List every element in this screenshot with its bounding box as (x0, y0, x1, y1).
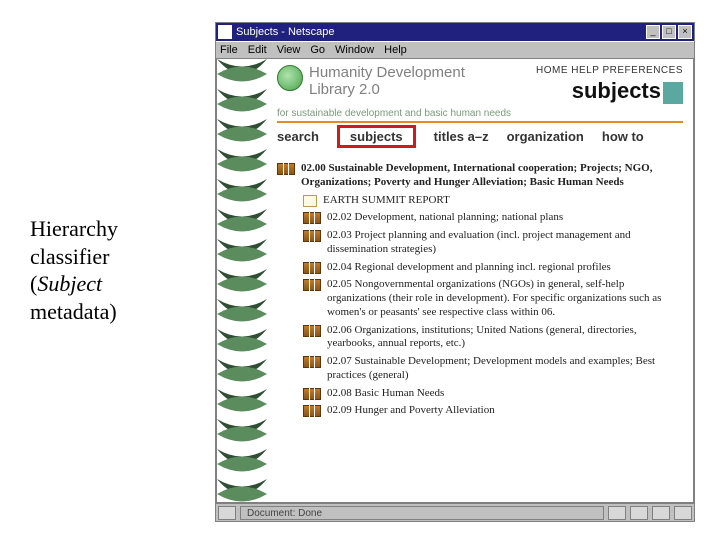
caption-italic: Subject (37, 271, 102, 296)
bookshelf-icon (303, 388, 321, 400)
title-bar: Subjects - Netscape _ □ × (216, 23, 694, 41)
child-text: 02.03 Project planning and evaluation (i… (327, 229, 683, 257)
page-heading-text: subjects (572, 78, 661, 103)
tab-titles[interactable]: titles a–z (434, 129, 489, 148)
bookshelf-icon (277, 163, 295, 175)
tab-subjects[interactable]: subjects (337, 125, 416, 148)
document-icon (303, 195, 317, 207)
tree-child-item[interactable]: 02.06 Organizations, institutions; Unite… (303, 324, 683, 352)
library-title-1: Humanity Development (309, 64, 465, 81)
status-icon (652, 506, 670, 520)
browser-window: Subjects - Netscape _ □ × File Edit View… (215, 22, 695, 522)
status-icon (608, 506, 626, 520)
menu-edit[interactable]: Edit (248, 44, 267, 56)
menu-file[interactable]: File (220, 44, 238, 56)
tab-search[interactable]: search (277, 129, 319, 148)
menu-view[interactable]: View (277, 44, 301, 56)
status-text: Document: Done (240, 506, 604, 520)
maximize-button[interactable]: □ (662, 25, 676, 39)
bookshelf-icon (303, 405, 321, 417)
nav-tabs: search subjects titles a–z organization … (277, 129, 683, 154)
child-text: 02.08 Basic Human Needs (327, 387, 683, 401)
tree-child-item[interactable]: EARTH SUMMIT REPORT (303, 194, 683, 208)
status-icon (674, 506, 692, 520)
child-text: 02.09 Hunger and Poverty Alleviation (327, 404, 683, 418)
slide-caption: Hierarchy classifier (Subject metadata) (30, 215, 200, 325)
app-icon (218, 25, 232, 39)
caption-line: classifier (30, 244, 109, 269)
root-text: Sustainable Development, International c… (301, 162, 652, 188)
bookshelf-icon (303, 356, 321, 368)
close-button[interactable]: × (678, 25, 692, 39)
menu-window[interactable]: Window (335, 44, 374, 56)
status-bar: Document: Done (216, 503, 694, 521)
tree-child-item[interactable]: 02.03 Project planning and evaluation (i… (303, 229, 683, 257)
child-text: 02.07 Sustainable Development; Developme… (327, 355, 683, 383)
tree-root-item[interactable]: 02.00 Sustainable Development, Internati… (277, 162, 683, 190)
top-links[interactable]: HOME HELP PREFERENCES (536, 65, 683, 76)
tree-child-item[interactable]: 02.05 Nongovernmental organizations (NGO… (303, 278, 683, 319)
library-logo: Humanity Development Library 2.0 (277, 65, 465, 98)
child-text: 02.02 Development, national planning; na… (327, 211, 683, 225)
minimize-button[interactable]: _ (646, 25, 660, 39)
globe-icon (277, 65, 303, 91)
menu-bar: File Edit View Go Window Help (216, 41, 694, 59)
menu-go[interactable]: Go (310, 44, 325, 56)
bookshelf-icon (303, 325, 321, 337)
child-text: 02.06 Organizations, institutions; Unite… (327, 324, 683, 352)
page-heading: subjects (536, 78, 683, 104)
sidebar-pattern (217, 59, 267, 502)
bookshelf-icon (303, 212, 321, 224)
window-title: Subjects - Netscape (236, 26, 646, 38)
library-title-2: Library 2.0 (309, 81, 380, 98)
tree-child-item[interactable]: 02.07 Sustainable Development; Developme… (303, 355, 683, 383)
tree-child-item[interactable]: 02.08 Basic Human Needs (303, 387, 683, 401)
child-text: 02.04 Regional development and planning … (327, 261, 683, 275)
child-text: 02.05 Nongovernmental organizations (NGO… (327, 278, 683, 319)
caption-line: Hierarchy (30, 216, 118, 241)
divider (277, 121, 683, 123)
caption-line: metadata) (30, 299, 117, 324)
tab-howto[interactable]: how to (602, 129, 644, 148)
status-icon (630, 506, 648, 520)
tree-child-item[interactable]: 02.09 Hunger and Poverty Alleviation (303, 404, 683, 418)
tree-child-item[interactable]: 02.04 Regional development and planning … (303, 261, 683, 275)
root-code: 02.00 (301, 162, 326, 174)
tagline: for sustainable development and basic hu… (277, 108, 683, 119)
tree-child-item[interactable]: 02.02 Development, national planning; na… (303, 211, 683, 225)
subject-tree: 02.00 Sustainable Development, Internati… (277, 162, 683, 418)
child-text: EARTH SUMMIT REPORT (323, 194, 683, 208)
content-area: Humanity Development Library 2.0 HOME HE… (216, 59, 694, 503)
heading-accent (663, 82, 683, 104)
status-icon (218, 506, 236, 520)
bookshelf-icon (303, 230, 321, 242)
menu-help[interactable]: Help (384, 44, 407, 56)
tab-organization[interactable]: organization (507, 129, 584, 148)
bookshelf-icon (303, 279, 321, 291)
bookshelf-icon (303, 262, 321, 274)
